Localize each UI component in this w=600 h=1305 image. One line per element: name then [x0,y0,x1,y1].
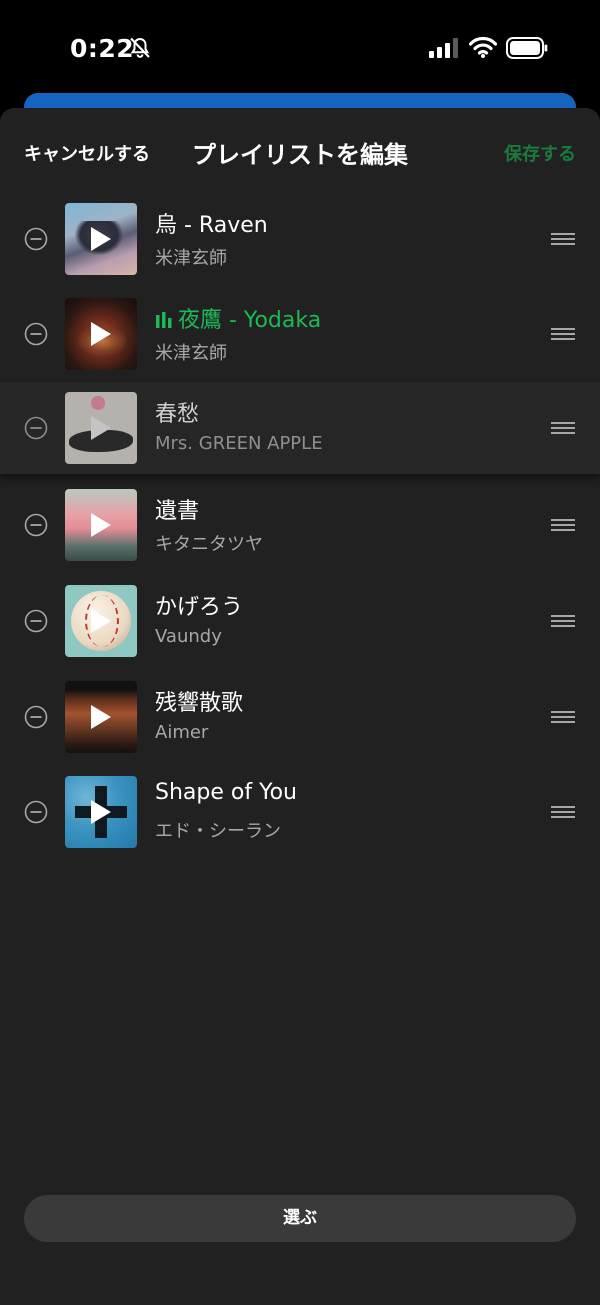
track-artist: 米津玄師 [155,248,227,269]
save-button[interactable]: 保存する [504,140,576,166]
track-title: 残響散歌 [155,691,244,716]
track-artist: Aimer [155,722,209,743]
album-art[interactable] [65,681,137,753]
status-bar: 0:22 [0,0,600,95]
track-title: 春愁 [155,402,200,427]
drag-handle-icon[interactable] [551,708,575,726]
play-icon [91,705,111,729]
track-row-dragging[interactable]: 春愁 Mrs. GREEN APPLE [0,382,600,474]
battery-icon [506,37,548,59]
play-icon [91,416,111,440]
album-art[interactable] [65,489,137,561]
track-row[interactable]: 残響散歌 Aimer [0,671,600,763]
remove-circle-icon[interactable] [24,227,48,251]
remove-circle-icon[interactable] [24,705,48,729]
track-title: かげろう [155,595,244,620]
track-row[interactable]: 烏 - Raven 米津玄師 [0,193,600,285]
drag-handle-icon[interactable] [551,803,575,821]
track-artist: Vaundy [155,626,222,647]
bell-slash-icon [130,37,150,58]
track-artist: キタニタツヤ [155,534,263,555]
drag-handle-icon[interactable] [551,230,575,248]
drag-handle-icon[interactable] [551,516,575,534]
equalizer-icon [156,312,172,328]
wifi-icon [469,36,497,58]
track-title-playing: 夜鷹 - Yodaka [155,302,321,334]
remove-circle-icon[interactable] [24,322,48,346]
album-art[interactable] [65,298,137,370]
play-icon [91,513,111,537]
track-title: 遺書 [155,499,200,524]
album-art[interactable] [65,203,137,275]
track-title: Shape of You [155,780,298,805]
remove-circle-icon[interactable] [24,513,48,537]
play-icon [91,800,111,824]
album-art[interactable] [65,585,137,657]
album-art[interactable] [65,776,137,848]
track-title: 烏 - Raven [155,213,268,238]
status-time: 0:22 [70,34,135,63]
track-row[interactable]: 夜鷹 - Yodaka 米津玄師 [0,288,600,380]
drag-handle-icon[interactable] [551,419,575,437]
track-row[interactable]: Shape of You エド・シーラン [0,766,600,858]
track-row[interactable]: かげろう Vaundy [0,575,600,667]
remove-circle-icon[interactable] [24,609,48,633]
track-title: 夜鷹 - Yodaka [178,308,322,333]
play-icon [91,322,111,346]
cellular-signal-icon [429,38,458,58]
album-art[interactable] [65,392,137,464]
play-icon [91,227,111,251]
play-icon [91,609,111,633]
select-button[interactable]: 選ぶ [24,1195,576,1242]
track-artist: Mrs. GREEN APPLE [155,433,323,454]
drag-handle-icon[interactable] [551,325,575,343]
remove-circle-icon[interactable] [24,416,48,440]
track-artist: 米津玄師 [155,343,227,364]
remove-circle-icon[interactable] [24,800,48,824]
drag-handle-icon[interactable] [551,612,575,630]
track-row[interactable]: 遺書 キタニタツヤ [0,479,600,571]
track-artist: エド・シーラン [155,821,281,842]
